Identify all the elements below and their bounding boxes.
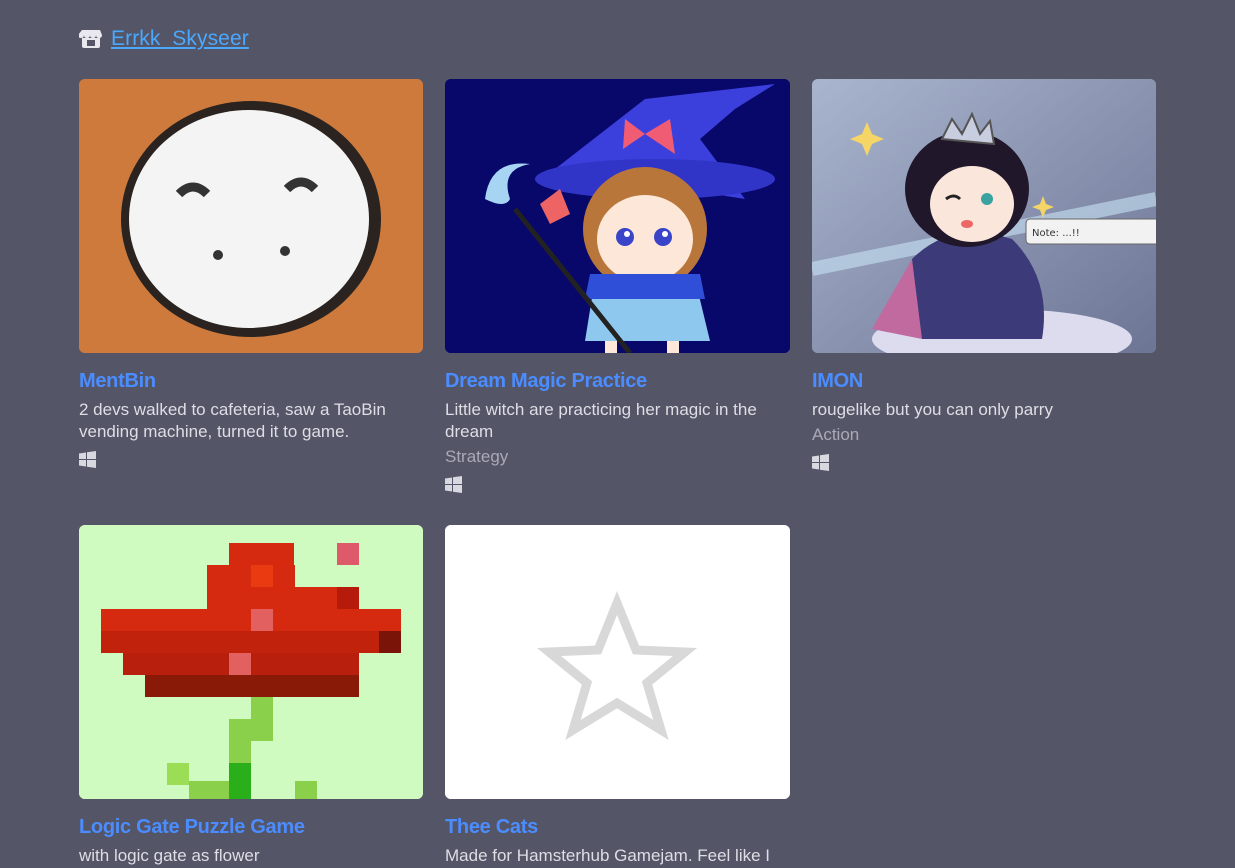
developer-link[interactable]: Errkk_Skyseer (111, 27, 249, 51)
game-card: MentBin 2 devs walked to cafeteria, saw … (79, 79, 423, 525)
game-thumbnail[interactable] (79, 525, 423, 799)
itchio-icon (78, 27, 103, 51)
windows-icon (445, 476, 462, 493)
game-card: Note: ...!! IMON rougelike but you can o… (812, 79, 1156, 525)
game-card: Dream Magic Practice Little witch are pr… (445, 79, 790, 525)
game-thumbnail[interactable] (445, 79, 790, 353)
game-title[interactable]: Dream Magic Practice (445, 370, 790, 393)
game-description: Little witch are practicing her magic in… (445, 400, 757, 441)
game-title[interactable]: IMON (812, 370, 1156, 393)
developer-profile: Errkk_Skyseer (78, 27, 249, 51)
mentbin-cover-image (79, 79, 423, 353)
game-title[interactable]: Logic Gate Puzzle Game (79, 816, 423, 839)
game-genre: Strategy (445, 447, 509, 466)
logic-gate-cover-image (79, 525, 423, 799)
dream-magic-cover-image (445, 79, 790, 353)
game-thumbnail[interactable] (445, 525, 790, 799)
placeholder-star-icon (445, 525, 790, 799)
game-genre: Action (812, 425, 860, 444)
windows-icon (79, 451, 96, 468)
game-title[interactable]: MentBin (79, 370, 423, 393)
game-title[interactable]: Thee Cats (445, 816, 790, 839)
svg-text:Note: ...!!: Note: ...!! (1032, 228, 1080, 239)
game-description: Made for Hamsterhub Gamejam. Feel like I (445, 846, 771, 865)
game-description: rougelike but you can only parry (812, 400, 1053, 419)
game-thumbnail[interactable] (79, 79, 423, 353)
game-description: with logic gate as flower (79, 846, 260, 865)
game-thumbnail[interactable]: Note: ...!! (812, 79, 1156, 353)
game-grid: MentBin 2 devs walked to cafeteria, saw … (79, 79, 1156, 867)
windows-icon (812, 454, 829, 471)
game-description: 2 devs walked to cafeteria, saw a TaoBin… (79, 400, 386, 441)
game-card: Thee Cats Made for Hamsterhub Gamejam. F… (445, 525, 790, 867)
imon-cover-image: Note: ...!! (812, 79, 1156, 353)
game-card: Logic Gate Puzzle Game with logic gate a… (79, 525, 423, 867)
